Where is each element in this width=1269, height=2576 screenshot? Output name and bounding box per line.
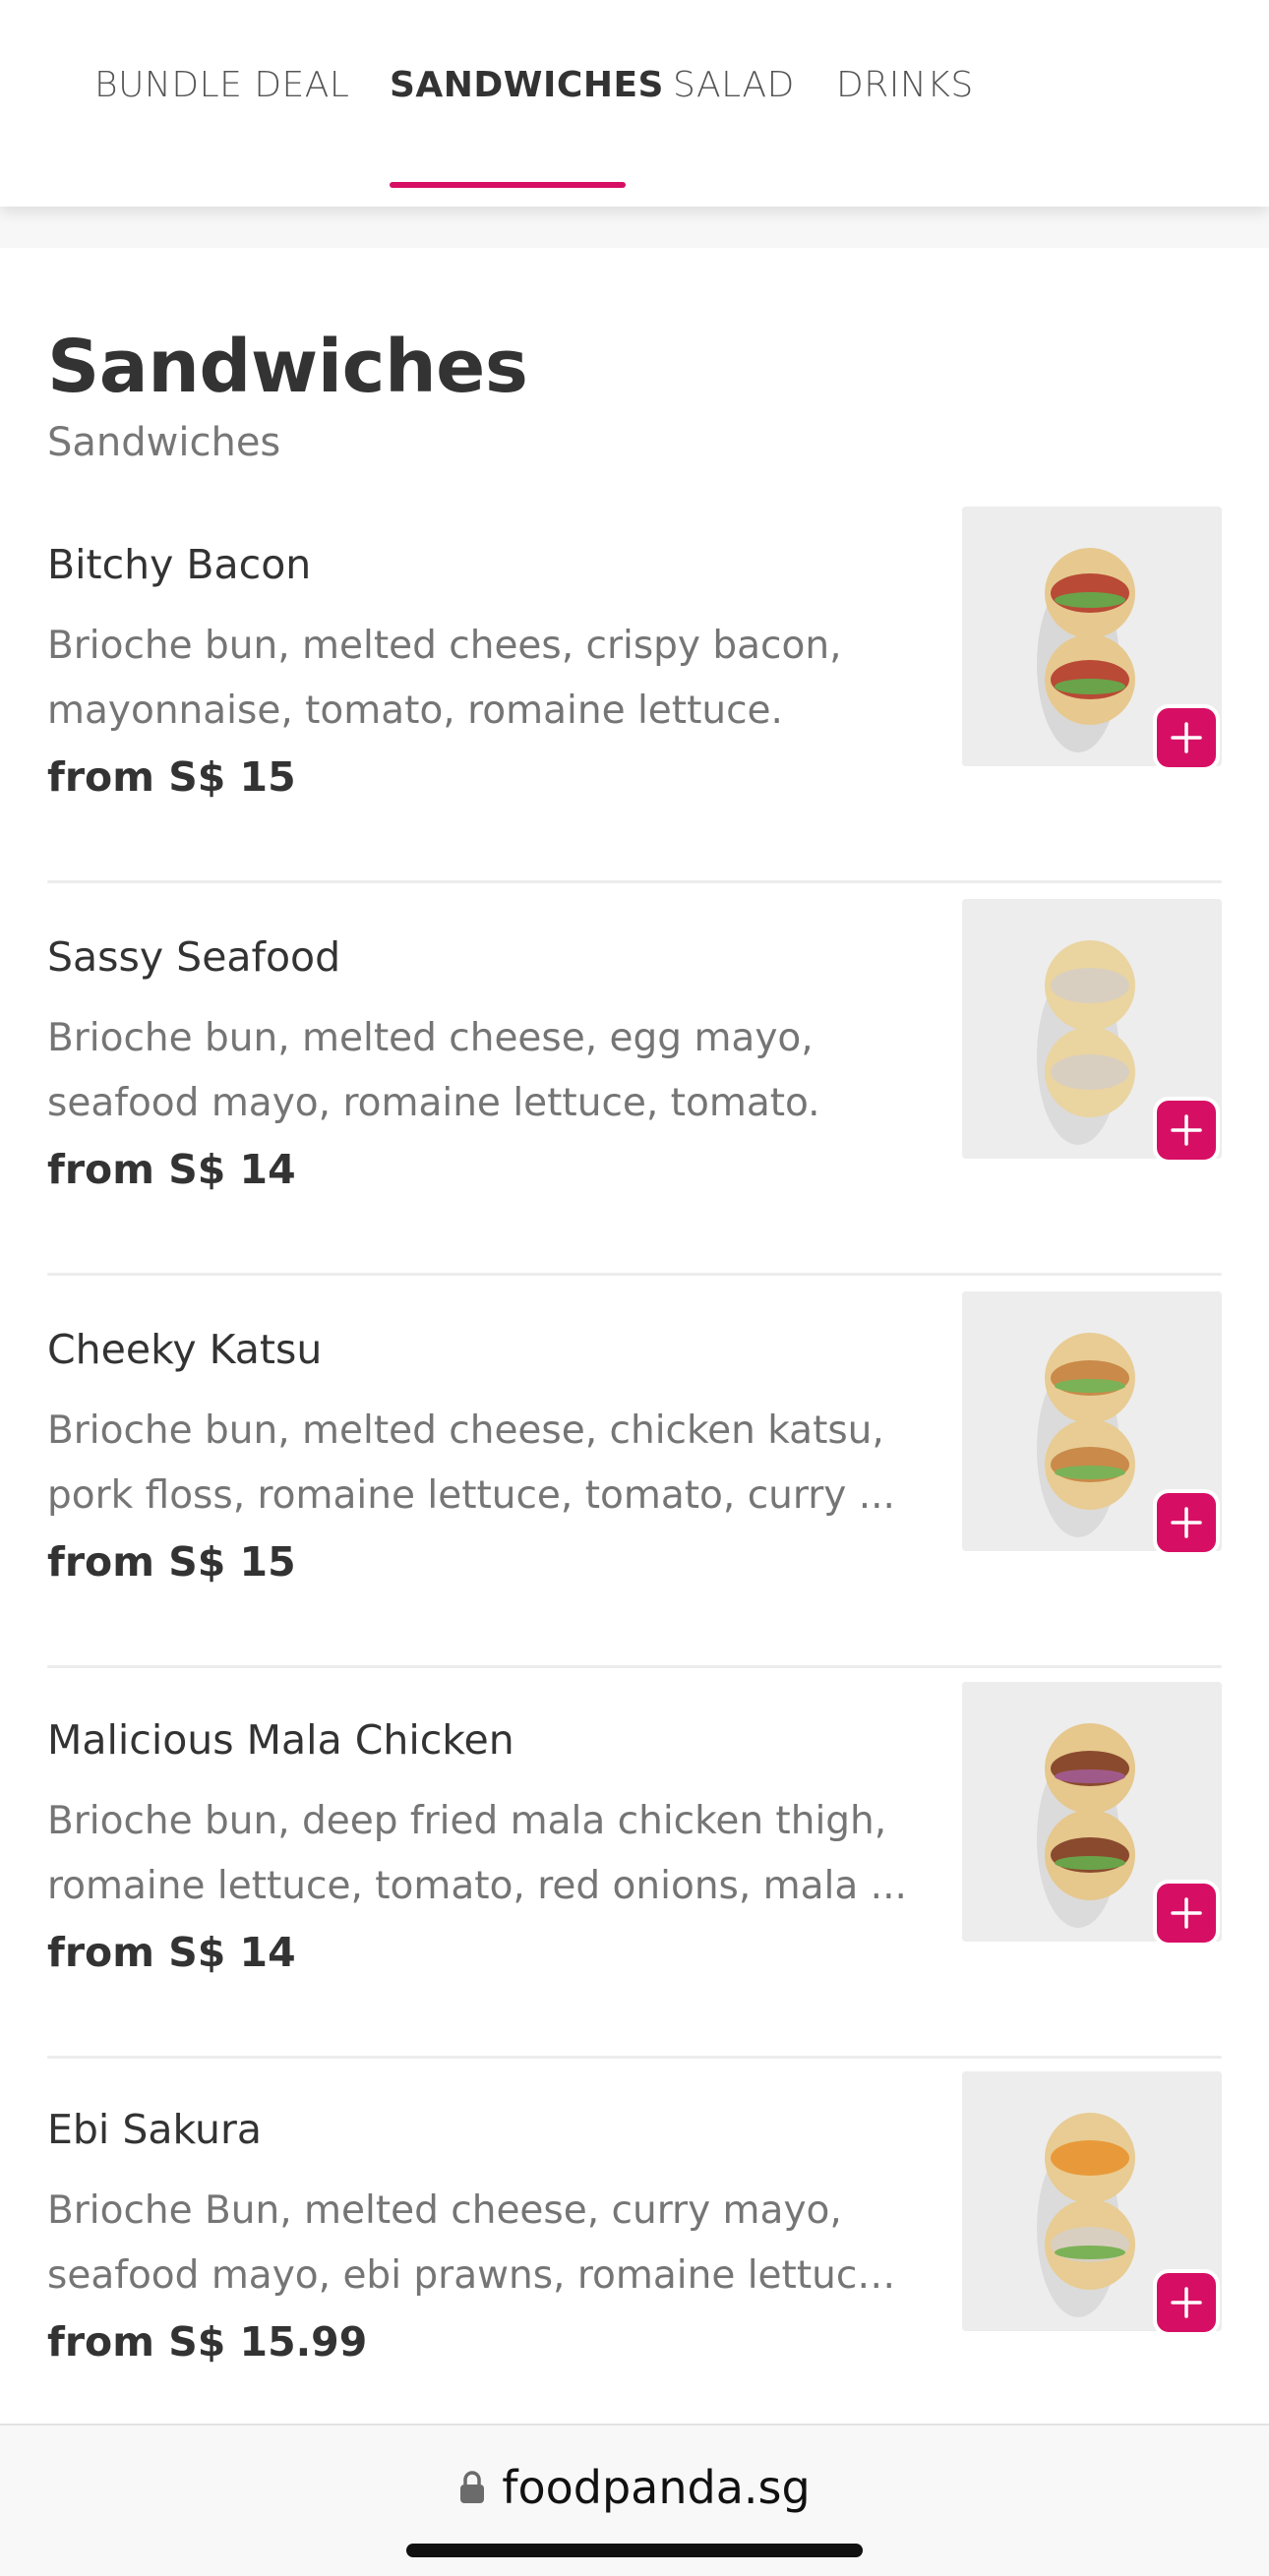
menu-item-sassy-seafood[interactable]: Sassy Seafood Brioche bun, melted cheese… bbox=[47, 899, 1222, 1303]
item-description: Brioche bun, melted chees, crispy bacon,… bbox=[47, 614, 913, 744]
menu-section: Sandwiches Sandwiches Bitchy Bacon Brioc… bbox=[0, 248, 1269, 2424]
plus-icon bbox=[1171, 1897, 1202, 1929]
add-to-cart-button[interactable] bbox=[1153, 1097, 1220, 1164]
tab-bundle-deal[interactable]: BUNDLE DEAL bbox=[94, 65, 349, 105]
item-description-line: Brioche Bun, melted cheese, curry mayo, bbox=[47, 2188, 842, 2233]
url-field[interactable]: foodpanda.sg bbox=[0, 2461, 1269, 2514]
category-tab-bar: BUNDLE DEAL SANDWICHES SALAD DRINKS bbox=[0, 0, 1269, 207]
item-price: from S$ 14 bbox=[47, 1929, 296, 1976]
section-subtitle: Sandwiches bbox=[47, 420, 281, 465]
item-name: Ebi Sakura bbox=[47, 2106, 262, 2153]
item-price: from S$ 15.99 bbox=[47, 2318, 368, 2366]
item-price: from S$ 15 bbox=[47, 1538, 296, 1586]
item-divider bbox=[47, 1273, 1222, 1276]
plus-icon bbox=[1171, 1507, 1202, 1538]
item-description-line: romaine lettuce, tomato, red onions, mal… bbox=[47, 1864, 907, 1908]
item-description-line: mayonnaise, tomato, romaine lettuce. bbox=[47, 689, 783, 733]
item-divider bbox=[47, 1665, 1222, 1668]
add-to-cart-button[interactable] bbox=[1153, 1489, 1220, 1556]
item-name: Sassy Seafood bbox=[47, 933, 341, 981]
tab-sandwiches[interactable]: SANDWICHES bbox=[390, 65, 664, 105]
item-description: Brioche bun, deep fried mala chicken thi… bbox=[47, 1789, 913, 1919]
item-name: Bitchy Bacon bbox=[47, 541, 312, 588]
item-divider bbox=[47, 880, 1222, 883]
item-description-line: seafood mayo, romaine lettuce, tomato. bbox=[47, 1081, 820, 1125]
item-description-line: Brioche bun, deep fried mala chicken thi… bbox=[47, 1799, 887, 1843]
item-description: Brioche Bun, melted cheese, curry mayo, … bbox=[47, 2179, 913, 2308]
add-to-cart-button[interactable] bbox=[1153, 704, 1220, 771]
item-price: from S$ 15 bbox=[47, 753, 296, 801]
item-name: Malicious Mala Chicken bbox=[47, 1716, 514, 1764]
lock-icon bbox=[460, 2471, 485, 2503]
menu-item-ebi-sakura[interactable]: Ebi Sakura Brioche Bun, melted cheese, c… bbox=[47, 2071, 1222, 2476]
plus-icon bbox=[1171, 1114, 1202, 1146]
active-tab-indicator bbox=[390, 182, 626, 188]
add-to-cart-button[interactable] bbox=[1153, 1880, 1220, 1947]
url-text: foodpanda.sg bbox=[502, 2461, 811, 2514]
item-divider bbox=[47, 2056, 1222, 2059]
section-title: Sandwiches bbox=[47, 325, 528, 409]
menu-item-malicious-mala-chicken[interactable]: Malicious Mala Chicken Brioche bun, deep… bbox=[47, 1682, 1222, 2086]
menu-item-bitchy-bacon[interactable]: Bitchy Bacon Brioche bun, melted chees, … bbox=[47, 507, 1222, 911]
add-to-cart-button[interactable] bbox=[1153, 2269, 1220, 2336]
menu-item-cheeky-katsu[interactable]: Cheeky Katsu Brioche bun, melted cheese,… bbox=[47, 1291, 1222, 1696]
item-description: Brioche bun, melted cheese, chicken kats… bbox=[47, 1399, 913, 1528]
item-description-line: Brioche bun, melted chees, crispy bacon, bbox=[47, 624, 842, 668]
browser-address-bar: foodpanda.sg bbox=[0, 2424, 1269, 2576]
tab-salad[interactable]: SALAD bbox=[673, 65, 795, 105]
plus-icon bbox=[1171, 2287, 1202, 2318]
item-description: Brioche bun, melted cheese, egg mayo, se… bbox=[47, 1006, 913, 1136]
item-description-line: pork floss, romaine lettuce, tomato, cur… bbox=[47, 1473, 895, 1518]
tab-drinks[interactable]: DRINKS bbox=[836, 65, 974, 105]
item-price: from S$ 14 bbox=[47, 1146, 296, 1193]
item-description-line: seafood mayo, ebi prawns, romaine lettuc… bbox=[47, 2253, 913, 2298]
home-indicator[interactable] bbox=[406, 2544, 863, 2557]
item-description-line: Brioche bun, melted cheese, chicken kats… bbox=[47, 1408, 884, 1453]
plus-icon bbox=[1171, 722, 1202, 753]
item-description-line: Brioche bun, melted cheese, egg mayo, bbox=[47, 1016, 814, 1060]
item-name: Cheeky Katsu bbox=[47, 1326, 323, 1373]
